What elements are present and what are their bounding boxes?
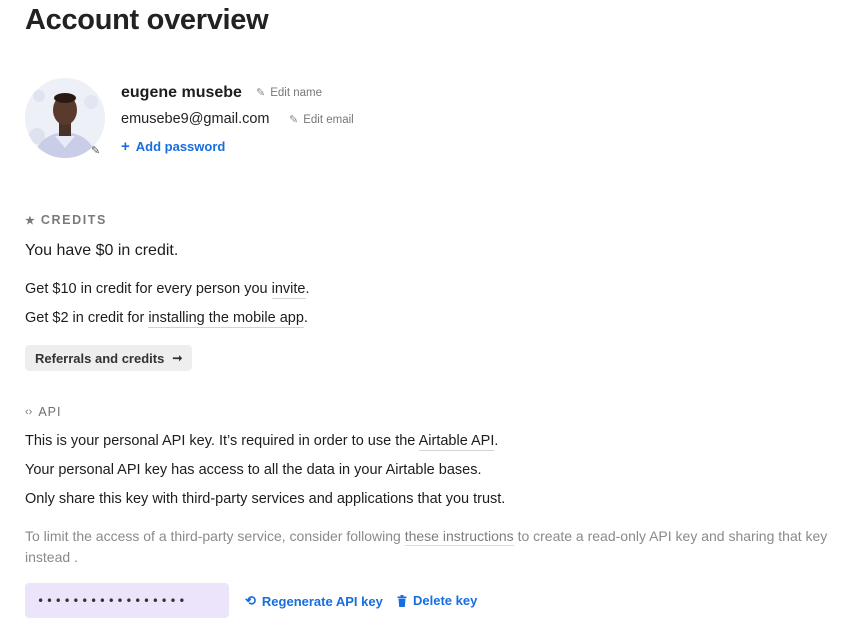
api-restriction-note: To limit the access of a third-party ser…	[25, 526, 840, 568]
credit-balance: You have $0 in credit.	[25, 242, 179, 259]
pencil-icon: ✎	[256, 87, 266, 99]
trash-icon	[397, 594, 407, 607]
edit-email-link[interactable]: ✎ Edit email	[289, 113, 354, 127]
api-heading: ‹› API	[25, 405, 61, 419]
code-icon: ‹›	[25, 406, 33, 418]
invite-credit-line: Get $10 in credit for every person you i…	[25, 281, 310, 299]
avatar-edit-pencil-icon[interactable]: ✎	[91, 145, 103, 157]
add-password-label: Add password	[135, 139, 226, 154]
invite-link[interactable]: invite	[271, 281, 306, 299]
invite-credit-suffix: .	[305, 281, 310, 297]
edit-email-label: Edit email	[303, 113, 354, 126]
mobile-credit-line: Get $2 in credit for installing the mobi…	[25, 310, 308, 328]
install-mobile-app-link[interactable]: installing the mobile app	[148, 310, 304, 328]
mobile-credit-text: Get $2 in credit for	[25, 310, 145, 326]
mobile-credit-suffix: .	[303, 310, 308, 326]
delete-key-label: Delete key	[413, 593, 478, 608]
pencil-icon: ✎	[289, 114, 299, 126]
delete-api-key-button[interactable]: Delete key	[397, 593, 477, 608]
airtable-api-link[interactable]: Airtable API	[418, 433, 495, 451]
page-title: Account overview	[25, 4, 269, 36]
plus-icon: +	[121, 137, 130, 155]
api-description-line-2: Your personal API key has access to all …	[25, 462, 482, 478]
add-password-link[interactable]: + Add password	[121, 137, 226, 155]
api-key-field[interactable]: •••••••••••••••••	[25, 583, 229, 618]
regenerate-api-key-button[interactable]: ⟲ Regenerate API key	[245, 593, 383, 609]
profile-email: emusebe9@gmail.com	[121, 111, 270, 127]
api-description-line-3: Only share this key with third-party ser…	[25, 491, 506, 507]
profile-name: eugene musebe	[121, 84, 242, 101]
api-heading-label: API	[38, 405, 62, 419]
api-line1-text: This is your personal API key. It’s requ…	[25, 433, 416, 449]
regenerate-label: Regenerate API key	[261, 593, 383, 609]
edit-name-link[interactable]: ✎ Edit name	[256, 86, 322, 100]
these-instructions-link[interactable]: these instructions	[404, 528, 514, 546]
credits-heading-label: CREDITS	[40, 213, 107, 227]
invite-credit-text: Get $10 in credit for every person you	[25, 281, 268, 297]
api-description-line-1: This is your personal API key. It’s requ…	[25, 433, 499, 451]
api-line1-suffix: .	[494, 433, 499, 449]
refresh-icon: ⟲	[245, 593, 256, 608]
arrow-right-icon: ➞	[172, 351, 183, 365]
edit-name-label: Edit name	[270, 86, 322, 99]
star-icon: ★	[25, 214, 35, 227]
credits-heading: ★ CREDITS	[25, 213, 107, 227]
api-note-text: To limit the access of a third-party ser…	[25, 528, 401, 544]
referrals-and-credits-button[interactable]: Referrals and credits ➞	[25, 345, 193, 371]
referrals-button-label: Referrals and credits	[35, 350, 165, 366]
